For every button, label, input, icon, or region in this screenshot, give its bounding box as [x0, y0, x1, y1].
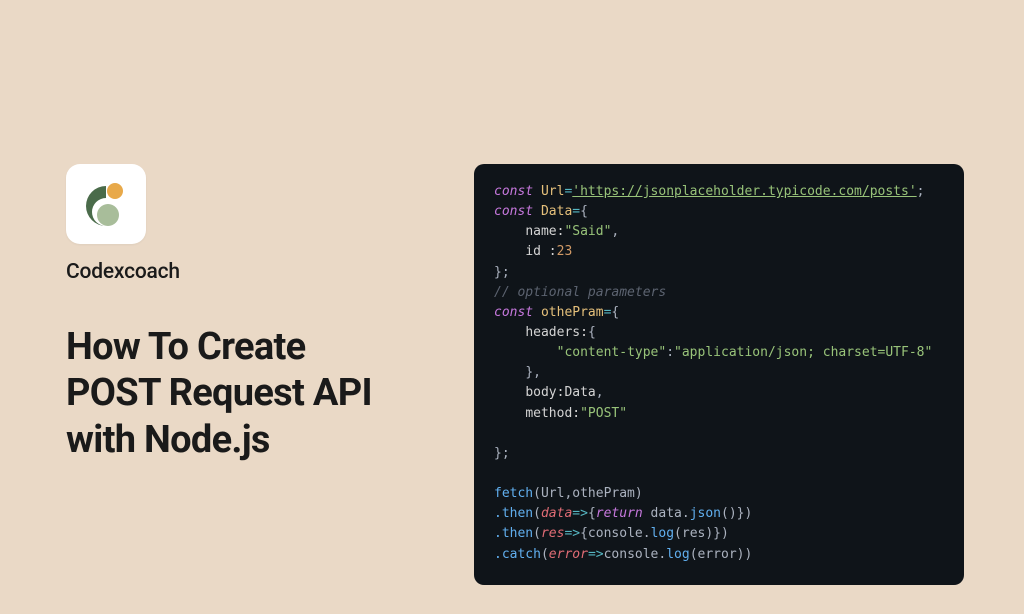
code-line-5: }; — [494, 263, 944, 283]
code-line-6: // optional parameters — [494, 283, 944, 303]
headline-line-3: with Node.js — [66, 417, 426, 463]
code-line-3: name:"Said", — [494, 222, 944, 242]
code-panel: const Url='https://jsonplaceholder.typic… — [474, 164, 964, 585]
code-line-1: const Url='https://jsonplaceholder.typic… — [494, 182, 944, 202]
code-line-16: fetch(Url,othePram) — [494, 484, 944, 504]
code-line-12: method:"POST" — [494, 404, 944, 424]
headline-line-1: How To Create — [66, 324, 426, 370]
code-line-10: }, — [494, 363, 944, 383]
code-line-7: const othePram={ — [494, 303, 944, 323]
page-headline: How To Create POST Request API with Node… — [66, 324, 426, 463]
code-line-19: .catch(error=>console.log(error)) — [494, 545, 944, 565]
code-line-17: .then(data=>{return data.json()}) — [494, 504, 944, 524]
code-line-2: const Data={ — [494, 202, 944, 222]
codexcoach-logo-icon — [80, 178, 132, 230]
code-line-9: "content-type":"application/json; charse… — [494, 343, 944, 363]
code-line-8: headers:{ — [494, 323, 944, 343]
code-line-14: }; — [494, 444, 944, 464]
code-line-18: .then(res=>{console.log(res)}) — [494, 524, 944, 544]
code-line-11: body:Data, — [494, 383, 944, 403]
brand-logo — [66, 164, 146, 244]
headline-line-2: POST Request API — [66, 370, 426, 416]
brand-name: Codexcoach — [66, 260, 426, 284]
code-line-4: id :23 — [494, 242, 944, 262]
code-line-15 — [494, 464, 944, 484]
code-line-13 — [494, 424, 944, 444]
